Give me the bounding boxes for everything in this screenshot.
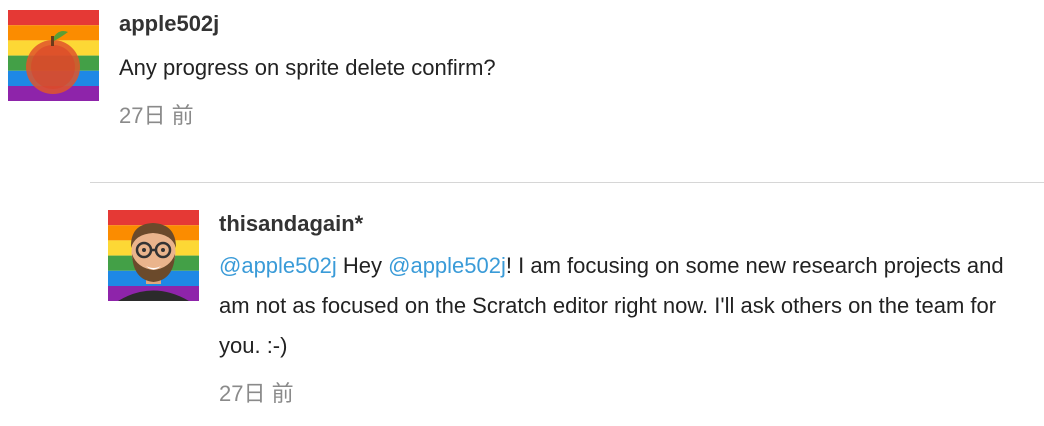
username[interactable]: apple502j: [119, 10, 496, 38]
comment-text: Any progress on sprite delete confirm?: [119, 55, 496, 80]
avatar[interactable]: [8, 10, 99, 101]
comment-text: @apple502j Hey @apple502j! I am focusing…: [219, 246, 1019, 366]
divider: [90, 182, 1044, 183]
apple-rainbow-avatar-icon: [8, 10, 99, 101]
timestamp: 27日 前: [219, 381, 294, 406]
comment-body: apple502j Any progress on sprite delete …: [119, 10, 496, 130]
bearded-man-rainbow-avatar-icon: [108, 210, 199, 301]
comment-body: thisandagain* @apple502j Hey @apple502j!…: [219, 210, 1019, 408]
mention-link[interactable]: @apple502j: [219, 253, 337, 278]
avatar[interactable]: [108, 210, 199, 301]
timestamp: 27日 前: [119, 103, 194, 128]
username[interactable]: thisandagain*: [219, 210, 1019, 238]
comment-text-segment: Hey: [336, 253, 389, 278]
mention-link[interactable]: @apple502j: [388, 253, 506, 278]
